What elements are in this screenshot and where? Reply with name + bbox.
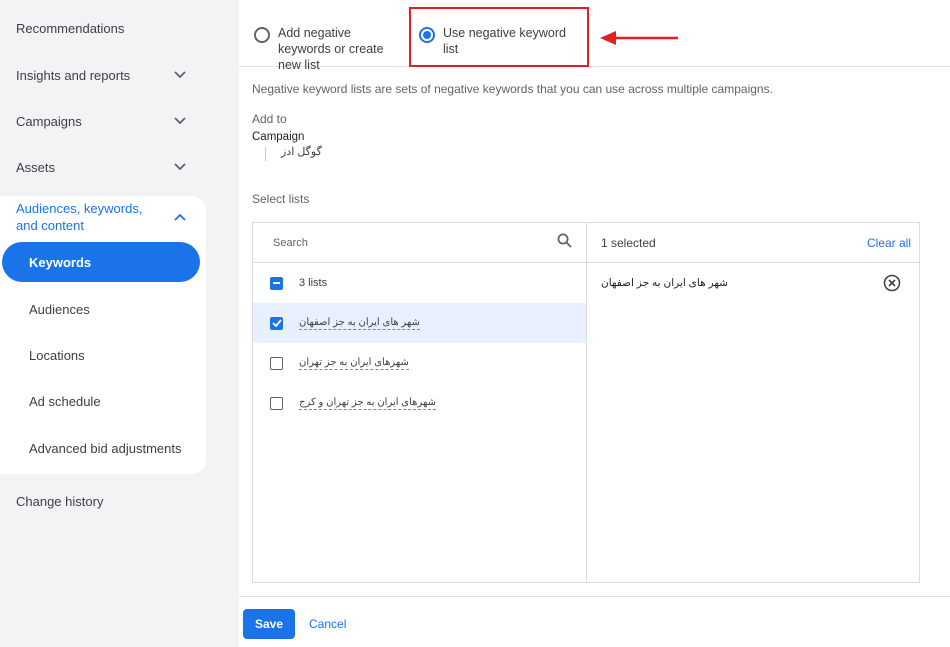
list-item[interactable]: شهرهای ایران به جز تهران و کرج	[253, 383, 586, 423]
campaign-name: گوگل ادز	[281, 146, 322, 158]
sidebar-item-label: Locations	[29, 347, 85, 363]
checkbox-indeterminate[interactable]	[270, 276, 283, 290]
main-panel: Add negative keywords or create new list…	[239, 0, 950, 647]
sidebar-item-label: Assets	[16, 159, 56, 175]
sidebar: Recommendations Insights and reports Cam…	[0, 0, 240, 647]
option-add-new-keywords[interactable]: Add negative keywords or create new list	[254, 25, 404, 73]
selected-item-label: شهر های ایران به جز اصفهان	[601, 277, 728, 289]
search-icon[interactable]	[557, 233, 572, 253]
select-all-row[interactable]: 3 lists	[253, 263, 586, 303]
sidebar-item-advanced-bid-adjustments[interactable]: Advanced bid adjustments	[0, 428, 206, 468]
lists-selector: 3 lists شهر های ایران به جز اصفهان شهرها…	[252, 222, 920, 583]
checkbox[interactable]	[270, 396, 283, 410]
description-text: Negative keyword lists are sets of negat…	[252, 82, 773, 96]
sidebar-item-audiences[interactable]: Audiences	[0, 289, 206, 329]
sidebar-item-assets[interactable]: Assets	[0, 147, 205, 187]
sidebar-item-change-history[interactable]: Change history	[0, 481, 205, 521]
annotation-arrow-icon	[600, 31, 678, 45]
selected-lists: 1 selected Clear all شهر های ایران به جز…	[587, 223, 919, 582]
list-item-label: شهرهای ایران به جز تهران و کرج	[299, 396, 436, 410]
chevron-up-icon	[174, 208, 186, 225]
sidebar-item-keywords[interactable]: Keywords	[2, 242, 200, 282]
chevron-down-icon	[173, 114, 187, 128]
remove-circle-icon[interactable]	[883, 274, 901, 292]
search-input[interactable]	[273, 236, 533, 249]
radio-button[interactable]	[254, 27, 270, 43]
sidebar-item-label: Advanced bid adjustments	[29, 440, 182, 456]
save-button[interactable]: Save	[243, 609, 295, 639]
campaign-divider	[265, 147, 266, 161]
list-item[interactable]: شهر های ایران به جز اصفهان	[253, 303, 586, 343]
sidebar-item-label: Ad schedule	[29, 393, 101, 409]
option-use-keyword-list[interactable]: Use negative keyword list	[419, 25, 579, 57]
campaign-label: Campaign	[252, 131, 305, 143]
cancel-button[interactable]: Cancel	[301, 609, 354, 639]
option-label: Add negative keywords or create new list	[278, 26, 384, 72]
search-bar	[253, 223, 586, 263]
list-item-label: شهرهای ایران به جز تهران	[299, 356, 409, 370]
checkbox[interactable]	[270, 356, 283, 370]
select-lists-label: Select lists	[252, 192, 310, 206]
checkbox-checked[interactable]	[270, 316, 283, 330]
sidebar-item-label: Change history	[16, 493, 104, 509]
list-item-label: شهر های ایران به جز اصفهان	[299, 316, 420, 330]
chevron-down-icon	[173, 68, 187, 82]
sidebar-item-label: Audiences	[29, 301, 90, 317]
available-lists: 3 lists شهر های ایران به جز اصفهان شهرها…	[253, 223, 587, 582]
sidebar-item-label: Keywords	[29, 254, 92, 270]
selected-header: 1 selected Clear all	[587, 223, 919, 263]
sidebar-group-audiences-keywords-content: Audiences, keywords, and content Keyword…	[0, 196, 206, 474]
all-lists-count: 3 lists	[299, 277, 328, 289]
sidebar-group-label: Audiences, keywords, and content	[16, 201, 143, 233]
sidebar-item-locations[interactable]: Locations	[0, 335, 206, 375]
chevron-down-icon	[173, 160, 187, 174]
sidebar-item-label: Recommendations	[16, 20, 125, 36]
sidebar-item-campaigns[interactable]: Campaigns	[0, 101, 205, 141]
option-label: Use negative keyword list	[443, 26, 566, 56]
list-mode-options: Add negative keywords or create new list…	[239, 7, 950, 72]
sidebar-group-header[interactable]: Audiences, keywords, and content	[0, 196, 206, 238]
list-item[interactable]: شهرهای ایران به جز تهران	[253, 343, 586, 383]
add-to-label: Add to	[252, 112, 287, 126]
radio-button-checked[interactable]	[419, 27, 435, 43]
selected-item: شهر های ایران به جز اصفهان	[587, 263, 919, 303]
sidebar-item-recommendations[interactable]: Recommendations	[0, 8, 205, 48]
selected-count: 1 selected	[601, 235, 656, 250]
sidebar-item-ad-schedule[interactable]: Ad schedule	[0, 381, 206, 421]
sidebar-item-label: Campaigns	[16, 113, 82, 129]
footer-actions: Save Cancel	[239, 596, 950, 647]
sidebar-item-insights-and-reports[interactable]: Insights and reports	[0, 55, 205, 95]
sidebar-item-label: Insights and reports	[16, 67, 131, 83]
clear-all-button[interactable]: Clear all	[867, 236, 911, 250]
